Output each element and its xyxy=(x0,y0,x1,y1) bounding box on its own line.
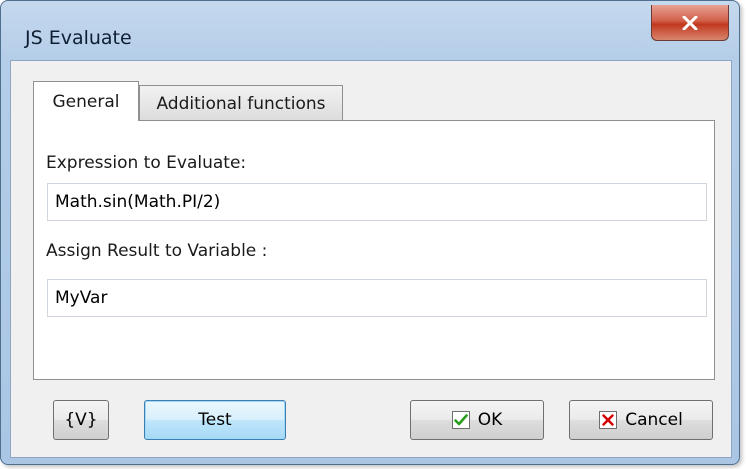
cancel-button-label: Cancel xyxy=(625,410,683,430)
close-icon xyxy=(682,15,698,30)
assign-variable-input[interactable] xyxy=(47,279,707,317)
variables-button[interactable]: {V} xyxy=(53,400,109,440)
close-button[interactable] xyxy=(651,5,729,41)
test-button[interactable]: Test xyxy=(144,400,286,440)
ok-button-label: OK xyxy=(477,410,503,430)
cross-icon xyxy=(599,411,618,429)
variables-button-label: {V} xyxy=(64,410,98,430)
tab-general[interactable]: General xyxy=(33,81,139,121)
expression-input[interactable] xyxy=(47,183,707,221)
dialog-client-area: General Additional functions Expression … xyxy=(10,60,732,458)
checkmark-icon xyxy=(451,411,470,429)
window-title: JS Evaluate xyxy=(25,27,132,49)
assign-variable-label: Assign Result to Variable : xyxy=(46,241,268,261)
expression-label: Expression to Evaluate: xyxy=(46,153,247,173)
cancel-button[interactable]: Cancel xyxy=(569,400,713,440)
tab-additional-functions[interactable]: Additional functions xyxy=(139,85,343,121)
dialog-window: JS Evaluate General Additional functions… xyxy=(0,0,740,465)
test-button-label: Test xyxy=(198,410,232,430)
ok-button[interactable]: OK xyxy=(410,400,544,440)
